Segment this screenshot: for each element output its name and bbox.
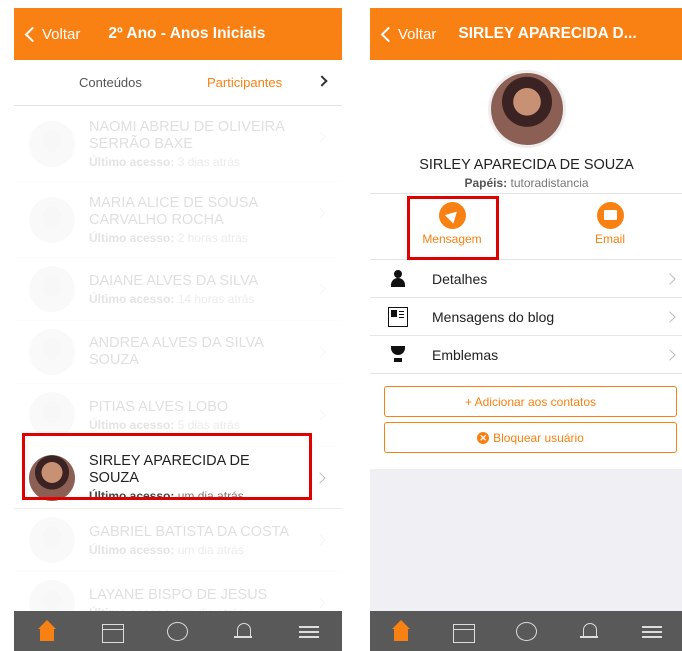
last-access: Último acesso: 2 horas atrás (89, 230, 248, 245)
menu-item-label: Mensagens do blog (432, 308, 555, 325)
menu-icon[interactable] (298, 620, 320, 642)
list-item[interactable]: PITIAS ALVES LOBO Último acesso: 5 dias … (14, 384, 342, 447)
profile-body: Detalhes Mensagens do blog Emblemas + Ad… (370, 260, 682, 469)
back-button[interactable]: Voltar (378, 26, 436, 43)
last-access: Último acesso: um dia atrás (89, 542, 244, 557)
profile-name: SIRLEY APARECIDA DE SOUZA (419, 157, 634, 173)
chevron-right-icon (314, 409, 326, 421)
chat-icon[interactable] (167, 621, 189, 641)
page-title: SIRLEY APARECIDA D... (458, 25, 637, 42)
list-item-sirley[interactable]: SIRLEY APARECIDA DE SOUZA Último acesso:… (14, 447, 342, 509)
last-access: Último acesso: um dia atrás (89, 488, 244, 503)
menu-item-blog[interactable]: Mensagens do blog (370, 298, 682, 336)
chevron-left-icon (24, 26, 41, 42)
tab-bar: Conteúdos Participantes (14, 60, 342, 106)
participant-name: SIRLEY APARECIDA DE SOUZA (89, 452, 250, 486)
chevron-right-icon (314, 346, 326, 358)
profile-roles: Papéis: tutoradistancia (464, 176, 589, 190)
chevron-left-icon (380, 26, 397, 42)
blog-icon (388, 306, 408, 327)
block-icon: ✕ (477, 431, 490, 444)
chevron-right-icon (664, 273, 676, 285)
email-button[interactable]: Email (570, 202, 650, 246)
menu-item-label: Detalhes (432, 270, 488, 287)
list-item[interactable]: NAOMI ABREU DE OLIVEIRA SERRÃO BAXE Últi… (14, 106, 342, 182)
avatar (487, 70, 566, 148)
back-button[interactable]: Voltar (22, 26, 80, 43)
list-item[interactable]: DAIANE ALVES DA SILVA Último acesso: 14 … (14, 258, 342, 321)
last-access: Último acesso: 5 dias atrás (89, 417, 240, 432)
message-button[interactable]: Mensagem (412, 202, 492, 246)
add-contact-button[interactable]: + Adicionar aos contatos (384, 386, 677, 417)
top-bar: Voltar 2º Ano - Anos Iniciais (14, 8, 342, 60)
profile-header: SIRLEY APARECIDA DE SOUZA Papéis: tutora… (370, 60, 682, 194)
chevron-right-icon (664, 311, 676, 323)
avatar (29, 517, 75, 563)
last-access: Último acesso: 3 dias atrás (89, 154, 240, 169)
chevron-right-icon (314, 472, 326, 484)
calendar-icon[interactable] (101, 623, 124, 643)
list-item[interactable]: MARIA ALICE DE SOUSA CARVALHO ROCHA Últi… (14, 182, 342, 258)
participant-name: GABRIEL BATISTA DA COSTA (89, 523, 290, 540)
avatar (29, 120, 75, 167)
chevron-right-icon (314, 534, 326, 546)
profile-menu: Detalhes Mensagens do blog Emblemas (370, 260, 682, 374)
menu-item-detalhes[interactable]: Detalhes (370, 260, 682, 298)
back-label: Voltar (398, 25, 437, 43)
participant-name: MARIA ALICE DE SOUSA CARVALHO ROCHA (89, 194, 258, 228)
chat-icon[interactable] (515, 621, 537, 641)
chevron-right-icon (664, 349, 676, 361)
menu-item-label: Emblemas (432, 346, 499, 363)
participants-list: NAOMI ABREU DE OLIVEIRA SERRÃO BAXE Últi… (14, 106, 342, 635)
top-bar: Voltar SIRLEY APARECIDA D... (370, 8, 682, 60)
envelope-icon (596, 202, 624, 229)
page-title: 2º Ano - Anos Iniciais (108, 25, 266, 42)
calendar-icon[interactable] (453, 623, 476, 643)
avatar (29, 266, 75, 312)
profile-screen: Voltar SIRLEY APARECIDA D... SIRLEY APAR… (370, 8, 682, 651)
send-icon (438, 202, 466, 229)
tab-participantes[interactable]: Participantes (207, 75, 282, 90)
bottom-tab-bar (14, 611, 342, 651)
chevron-right-icon (314, 207, 326, 219)
email-label: Email (594, 232, 625, 246)
participant-name: DAIANE ALVES DA SILVA (89, 272, 259, 289)
chevron-right-icon (314, 131, 326, 143)
menu-item-emblemas[interactable]: Emblemas (370, 336, 682, 374)
last-access: Último acesso: 14 horas atrás (89, 291, 255, 306)
profile-actions: Mensagem Email (370, 194, 682, 260)
person-icon (388, 269, 408, 289)
bell-icon[interactable] (578, 620, 600, 642)
bottom-tab-bar (370, 611, 682, 651)
participant-name: NAOMI ABREU DE OLIVEIRA SERRÃO BAXE (89, 118, 284, 152)
back-label: Voltar (42, 25, 81, 43)
participants-screen: Voltar 2º Ano - Anos Iniciais Conteúdos … (14, 8, 342, 651)
chevron-right-icon (314, 597, 326, 609)
list-item[interactable]: GABRIEL BATISTA DA COSTA Último acesso: … (14, 509, 342, 572)
bell-icon[interactable] (232, 620, 254, 642)
participant-name: LAYANE BISPO DE JESUS (89, 586, 268, 603)
avatar (29, 454, 75, 501)
avatar (29, 392, 75, 438)
home-icon[interactable] (36, 620, 58, 642)
avatar (29, 329, 75, 375)
participant-name: PITIAS ALVES LOBO (89, 398, 229, 415)
block-user-button[interactable]: ✕ Bloquear usuário (384, 422, 677, 453)
avatar (29, 196, 75, 243)
chevron-right-icon[interactable] (316, 75, 328, 87)
add-contact-label: + Adicionar aos contatos (464, 394, 597, 409)
message-label: Mensagem (422, 232, 482, 246)
chevron-right-icon (314, 283, 326, 295)
participant-name: ANDREA ALVES DA SILVA SOUZA (89, 335, 264, 368)
list-item[interactable]: ANDREA ALVES DA SILVA SOUZA (14, 321, 342, 384)
tab-conteudos[interactable]: Conteúdos (79, 75, 142, 90)
trophy-icon (388, 345, 408, 365)
home-icon[interactable] (390, 620, 412, 642)
menu-icon[interactable] (641, 620, 663, 642)
block-user-label: Bloquear usuário (493, 430, 584, 445)
